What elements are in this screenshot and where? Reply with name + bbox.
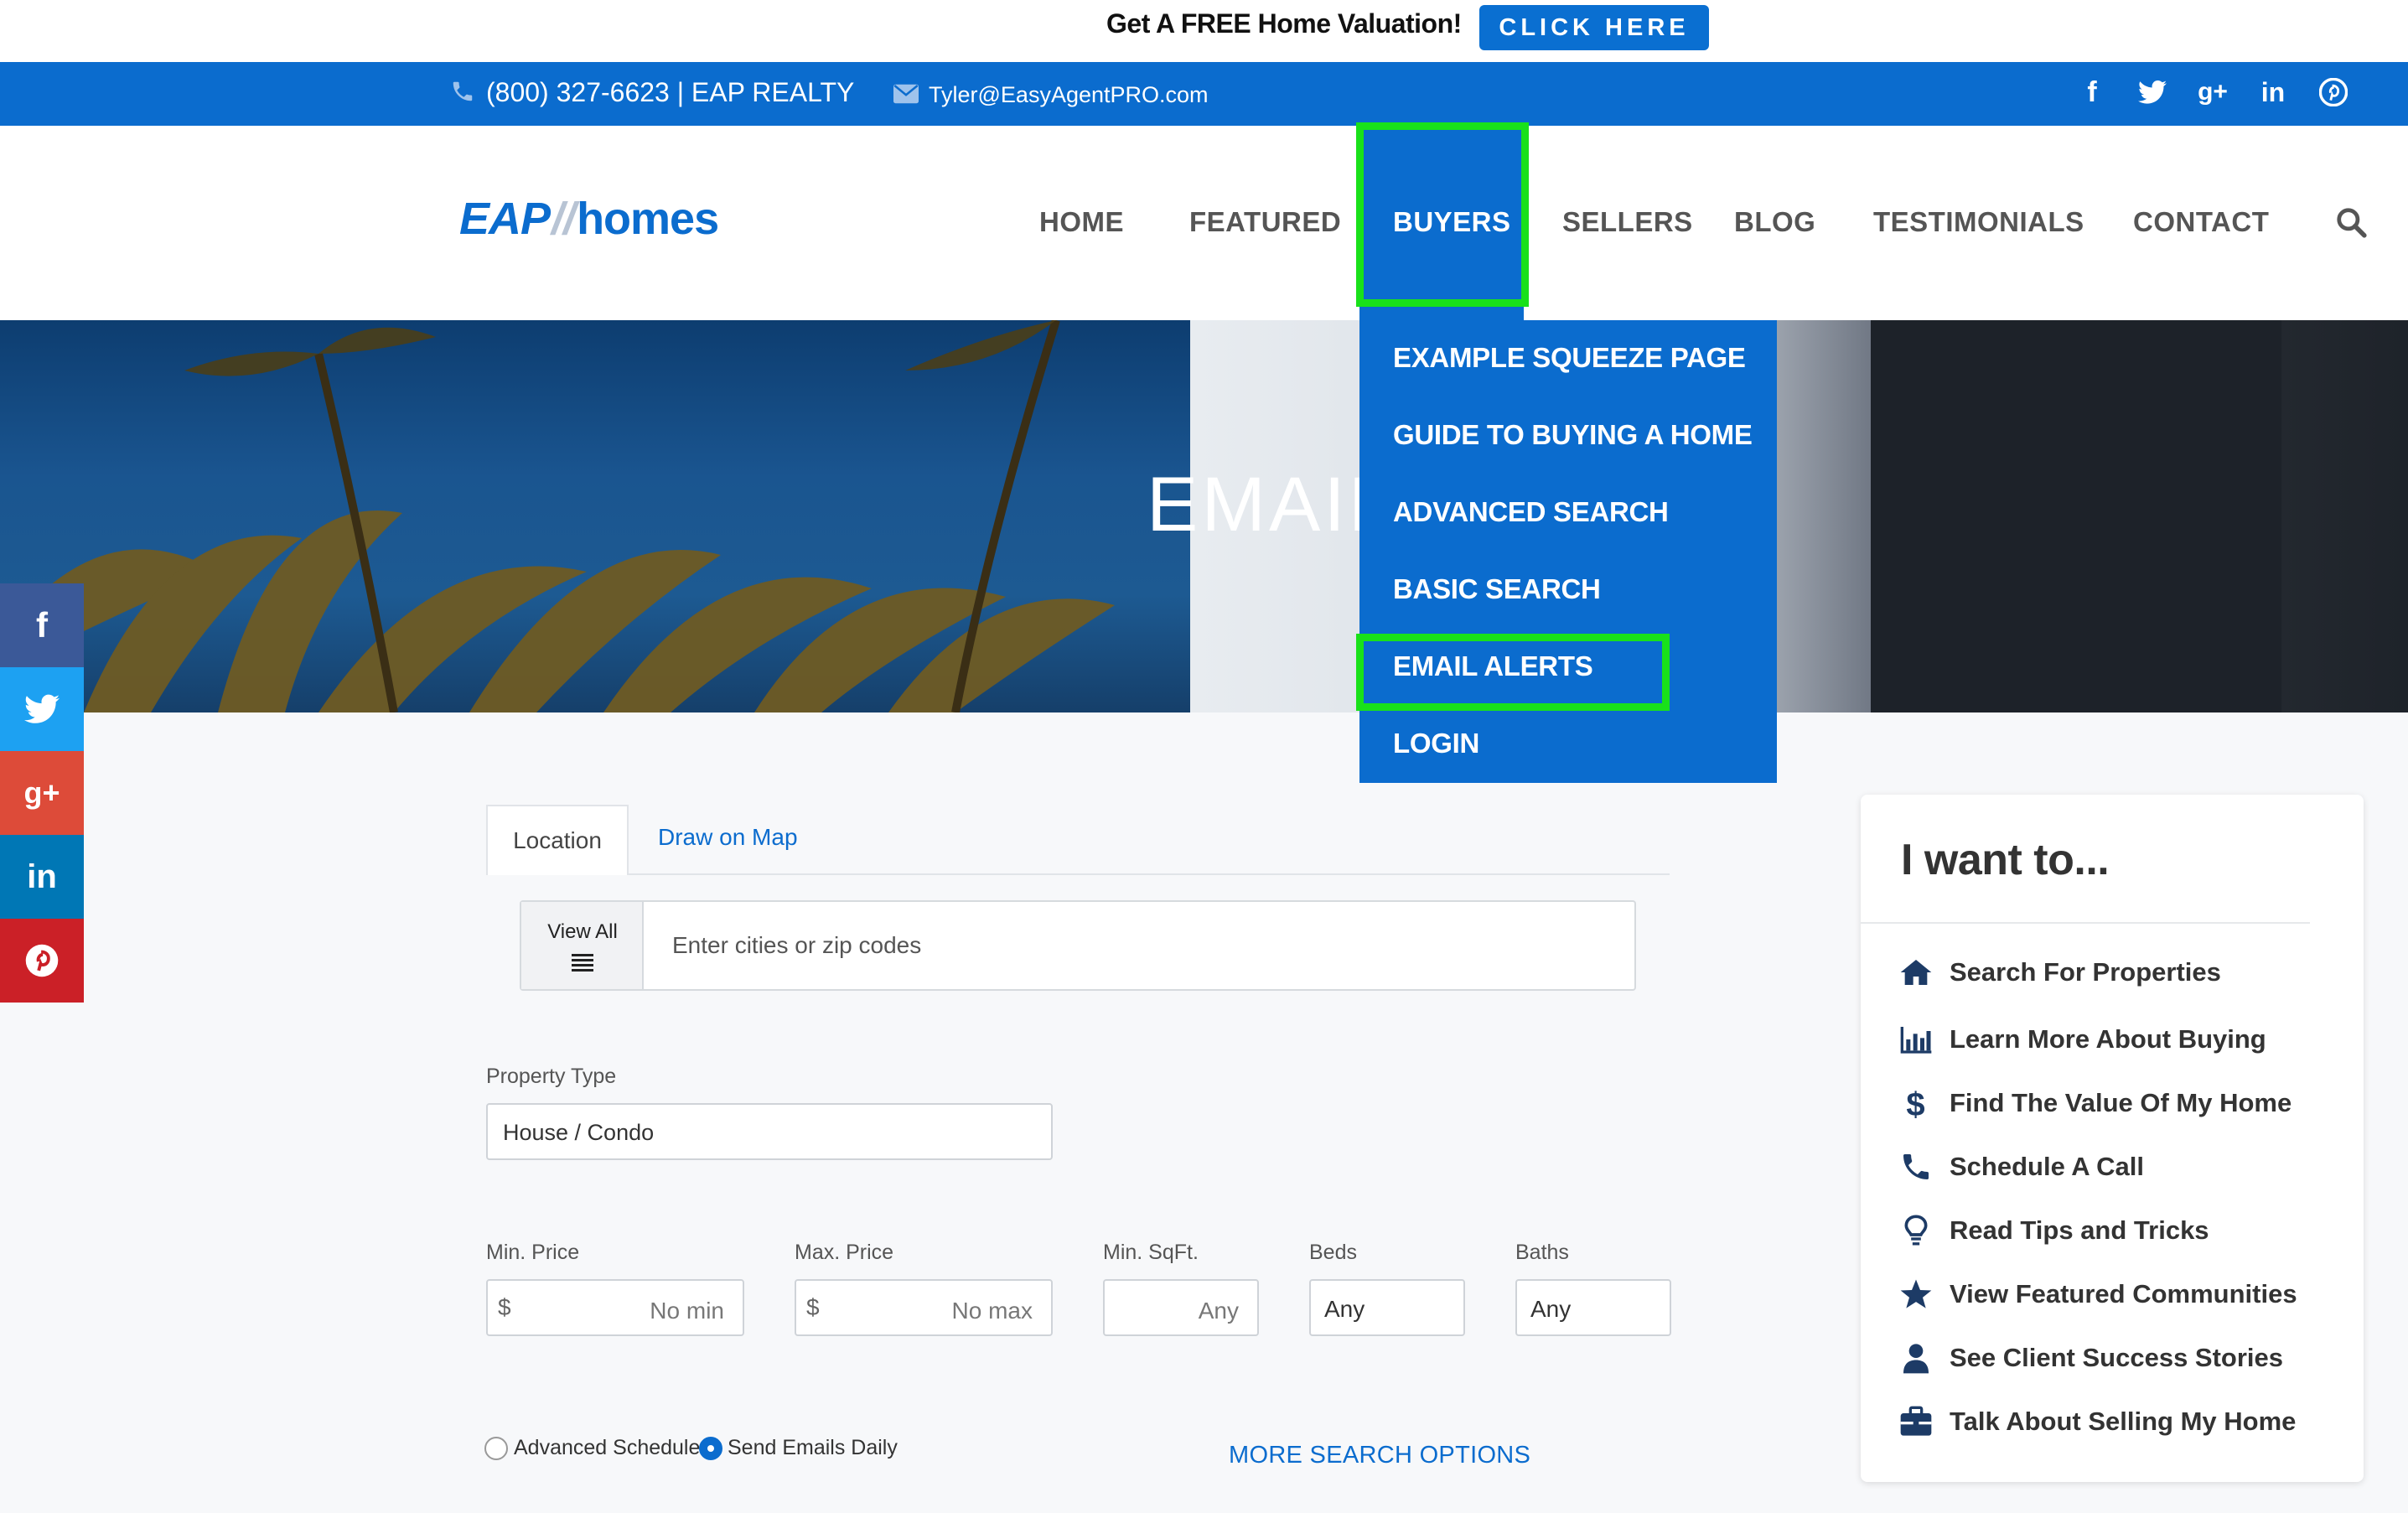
contact-bar: (800) 327-6623 | EAP REALTY Tyler@EasyAg…	[0, 62, 2408, 126]
svg-text:$: $	[1906, 1086, 1924, 1120]
currency-symbol: $	[806, 1294, 820, 1320]
min-price-label: Min. Price	[486, 1241, 580, 1264]
sidebar-link-learn-buying[interactable]: Learn More About Buying	[1950, 1024, 2266, 1054]
buyers-highlight-box	[1356, 122, 1529, 307]
beds-value: Any	[1324, 1296, 1365, 1322]
mail-icon	[893, 84, 919, 104]
side-linkedin-icon[interactable]: in	[0, 835, 84, 919]
list-icon	[572, 954, 593, 972]
view-all-button[interactable]: View All	[521, 902, 644, 989]
send-emails-daily-label: Send Emails Daily	[728, 1436, 898, 1459]
nav-contact[interactable]: CONTACT	[2133, 206, 2269, 238]
user-icon	[1903, 1344, 1929, 1374]
min-sqft-input[interactable]: Any	[1103, 1279, 1259, 1336]
hero-window-image	[1871, 320, 2281, 712]
side-google-plus-icon[interactable]: g+	[0, 751, 84, 835]
twitter-icon[interactable]	[2136, 75, 2169, 109]
dropdown-item-guide-buying[interactable]: GUIDE TO BUYING A HOME	[1393, 419, 1753, 451]
site-logo[interactable]: EAP//homes	[459, 193, 719, 245]
send-emails-daily-radio[interactable]	[699, 1437, 722, 1460]
view-all-label: View All	[547, 920, 618, 943]
sidebar-link-schedule-call[interactable]: Schedule A Call	[1950, 1152, 2144, 1182]
baths-select[interactable]: Any	[1515, 1279, 1671, 1336]
pinterest-icon[interactable]	[2317, 75, 2350, 109]
nav-sellers[interactable]: SELLERS	[1562, 206, 1693, 238]
min-sqft-label: Min. SqFt.	[1103, 1241, 1199, 1264]
property-type-label: Property Type	[486, 1065, 617, 1088]
max-price-input[interactable]: $ No max	[795, 1279, 1053, 1336]
sidebar-link-featured-communities[interactable]: View Featured Communities	[1950, 1279, 2297, 1309]
bar-chart-icon	[1900, 1027, 1932, 1054]
linkedin-icon[interactable]: in	[2256, 75, 2290, 109]
dropdown-item-advanced-search[interactable]: ADVANCED SEARCH	[1393, 496, 1669, 528]
i-want-to-card: I want to... Search For Properties Learn…	[1861, 795, 2364, 1482]
side-facebook-icon[interactable]: f	[0, 583, 84, 667]
logo-eap: EAP	[459, 194, 551, 244]
phone-icon	[453, 81, 473, 101]
dropdown-item-basic-search[interactable]: BASIC SEARCH	[1393, 573, 1601, 605]
side-twitter-icon[interactable]	[0, 667, 84, 751]
logo-homes: homes	[577, 194, 719, 244]
hero-banner: EMAIL	[0, 320, 2408, 712]
click-here-button[interactable]: CLICK HERE	[1479, 5, 1709, 50]
more-search-options-link[interactable]: MORE SEARCH OPTIONS	[1229, 1442, 1530, 1469]
dropdown-item-squeeze-page[interactable]: EXAMPLE SQUEEZE PAGE	[1393, 342, 1746, 374]
beds-label: Beds	[1309, 1241, 1357, 1264]
advanced-schedule-label: Advanced Schedule	[514, 1436, 701, 1459]
facebook-icon[interactable]: f	[2075, 75, 2109, 109]
sidebar-link-tips-tricks[interactable]: Read Tips and Tricks	[1950, 1215, 2209, 1246]
side-pinterest-icon[interactable]	[0, 919, 84, 1003]
sidebar-link-client-stories[interactable]: See Client Success Stories	[1950, 1343, 2283, 1373]
promo-bar: Get A FREE Home Valuation! CLICK HERE	[0, 0, 2408, 62]
advanced-schedule-radio[interactable]	[484, 1437, 508, 1460]
card-divider	[1861, 922, 2310, 924]
logo-slash: //	[552, 194, 576, 244]
baths-label: Baths	[1515, 1241, 1569, 1264]
min-price-input[interactable]: $ No min	[486, 1279, 744, 1336]
location-search-box: View All	[520, 900, 1636, 991]
tab-draw-on-map[interactable]: Draw on Map	[658, 824, 798, 851]
phone-icon	[1903, 1154, 1929, 1179]
google-plus-icon[interactable]: g+	[2196, 75, 2229, 109]
tabs-divider	[486, 873, 1670, 875]
min-sqft-placeholder: Any	[1198, 1298, 1239, 1324]
promo-text: Get A FREE Home Valuation!	[1106, 8, 1462, 39]
dropdown-item-login[interactable]: LOGIN	[1393, 728, 1479, 759]
max-price-label: Max. Price	[795, 1241, 894, 1264]
max-price-placeholder: No max	[951, 1298, 1033, 1324]
sidebar-link-search-properties[interactable]: Search For Properties	[1950, 957, 2221, 987]
baths-value: Any	[1530, 1296, 1572, 1322]
site-header: EAP//homes HOME FEATURED BUYERS SELLERS …	[0, 122, 2408, 320]
home-icon	[1900, 960, 1932, 985]
nav-blog[interactable]: BLOG	[1734, 206, 1815, 238]
email-alerts-highlight-box	[1356, 634, 1670, 711]
min-price-placeholder: No min	[650, 1298, 724, 1324]
beds-select[interactable]: Any	[1309, 1279, 1465, 1336]
hero-title: EMAIL	[1147, 462, 1396, 547]
search-icon[interactable]	[2335, 206, 2367, 238]
sidebar-link-selling-home[interactable]: Talk About Selling My Home	[1950, 1407, 2296, 1437]
email-link[interactable]: Tyler@EasyAgentPRO.com	[929, 82, 1209, 108]
lightbulb-icon	[1904, 1215, 1928, 1246]
currency-symbol: $	[498, 1294, 511, 1320]
property-type-value: House / Condo	[503, 1120, 655, 1145]
star-icon	[1900, 1279, 1932, 1308]
buyers-dropdown-menu: EXAMPLE SQUEEZE PAGE GUIDE TO BUYING A H…	[1359, 320, 1777, 783]
nav-featured[interactable]: FEATURED	[1189, 206, 1341, 238]
sidebar-link-value-home[interactable]: Find The Value Of My Home	[1950, 1088, 2291, 1118]
tab-location[interactable]: Location	[486, 805, 629, 875]
card-title: I want to...	[1901, 836, 2110, 884]
location-input[interactable]	[672, 922, 1594, 969]
nav-home[interactable]: HOME	[1039, 206, 1124, 238]
nav-testimonials[interactable]: TESTIMONIALS	[1873, 206, 2084, 238]
briefcase-icon	[1900, 1406, 1932, 1436]
property-type-select[interactable]: House / Condo	[486, 1103, 1053, 1160]
dollar-icon: $	[1906, 1086, 1924, 1120]
phone-number[interactable]: (800) 327-6623 | EAP REALTY	[486, 77, 854, 108]
